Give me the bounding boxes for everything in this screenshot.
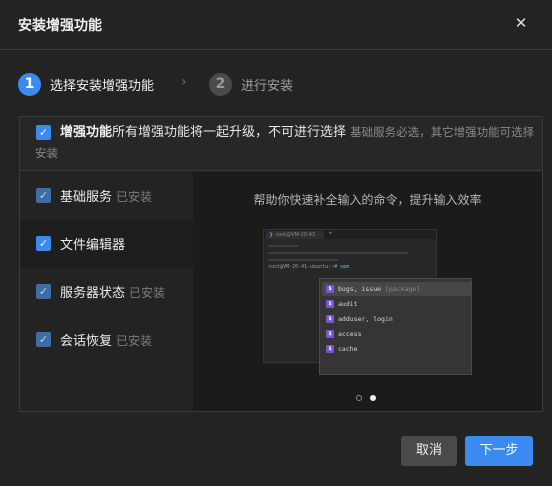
feature-item-server-status[interactable]: ✓ 服务器状态 已安装	[20, 268, 193, 316]
carousel-dot-1[interactable]	[356, 395, 362, 401]
feature-checkbox[interactable]: ✓	[36, 284, 51, 299]
terminal-output-line	[268, 245, 298, 247]
autocomplete-item: $ access	[322, 327, 471, 341]
carousel-dot-2[interactable]	[370, 395, 376, 401]
select-all-text: 增强功能所有增强功能将一起升级，不可进行选择 基础服务必选，其它增强功能可选择安…	[35, 122, 540, 164]
chevron-right-icon: ›	[181, 74, 187, 90]
cancel-button[interactable]: 取消	[401, 436, 457, 466]
installed-tag: 已安装	[116, 190, 153, 204]
feature-item-label: 基础服务 已安装	[60, 190, 153, 205]
snippet-icon: $	[326, 285, 334, 293]
feature-list: ✓ 基础服务 已安装 ✓ 文件编辑器 ✓ 服务器状态 已安装 ✓ 会话恢复 已安装	[20, 172, 193, 411]
autocomplete-item: $ bugs, issue [package]	[322, 282, 471, 296]
feature-item-label: 服务器状态 已安装	[60, 286, 166, 301]
step-2-label: 进行安装	[241, 78, 294, 94]
step-1-label: 选择安装增强功能	[50, 78, 155, 94]
snippet-icon: $	[326, 330, 334, 338]
step-2-number: 2	[209, 72, 232, 96]
feature-panel: ✓ 增强功能所有增强功能将一起升级，不可进行选择 基础服务必选，其它增强功能可选…	[19, 116, 543, 412]
feature-item-label: 文件编辑器	[60, 238, 126, 253]
terminal-tab: ❯ root@VM-20-43	[266, 231, 324, 239]
check-icon: ✓	[38, 189, 49, 202]
stepper: 1 选择安装增强功能 › 2 进行安装	[18, 72, 538, 96]
carousel-indicator	[354, 395, 384, 403]
feature-item-file-editor[interactable]: ✓ 文件编辑器	[20, 220, 193, 268]
feature-checkbox[interactable]: ✓	[36, 332, 51, 347]
autocomplete-item: $ audit	[322, 297, 471, 311]
new-tab-icon: +	[328, 230, 334, 237]
snippet-icon: $	[326, 315, 334, 323]
preview-title: 帮助你快速补全输入的命令，提升输入效率	[253, 193, 482, 207]
step-1: 1 选择安装增强功能	[18, 72, 154, 96]
autocomplete-popup: $ bugs, issue [package] $ audit $ adduse…	[319, 278, 472, 375]
feature-checkbox[interactable]: ✓	[36, 188, 51, 203]
terminal-output-line	[268, 259, 338, 261]
snippet-icon: $	[326, 300, 334, 308]
feature-item-basic-service[interactable]: ✓ 基础服务 已安装	[20, 172, 193, 220]
select-all-row: ✓ 增强功能所有增强功能将一起升级，不可进行选择 基础服务必选，其它增强功能可选…	[20, 117, 542, 171]
close-icon[interactable]: ✕	[510, 12, 532, 34]
terminal-prompt: root@VM-20-41-ubuntu:~# npm	[268, 264, 350, 270]
terminal-output-line	[268, 252, 408, 254]
autocomplete-item: $ cache	[322, 342, 471, 356]
feature-item-label: 会话恢复 已安装	[60, 334, 153, 349]
snippet-icon: $	[326, 345, 334, 353]
dialog-title: 安装增强功能	[18, 18, 102, 34]
feature-checkbox[interactable]: ✓	[36, 236, 51, 251]
feature-item-session-restore[interactable]: ✓ 会话恢复 已安装	[20, 316, 193, 364]
installed-tag: 已安装	[116, 334, 153, 348]
dialog-header: 安装增强功能 ✕	[0, 0, 552, 50]
install-dialog: 安装增强功能 ✕ 1 选择安装增强功能 › 2 进行安装 ✓ 增强功能所有增强功…	[0, 0, 552, 486]
terminal-tabbar: ❯ root@VM-20-43 +	[264, 230, 436, 239]
select-all-label: 增强功能	[60, 125, 113, 140]
step-2: 2 进行安装	[209, 72, 293, 96]
autocomplete-item: $ adduser, login	[322, 312, 471, 326]
check-icon: ✓	[38, 333, 49, 346]
select-all-description: 所有增强功能将一起升级，不可进行选择	[112, 125, 347, 140]
terminal-icon: ❯	[269, 232, 274, 238]
installed-tag: 已安装	[129, 286, 166, 300]
check-icon: ✓	[38, 285, 49, 298]
step-1-number: 1	[18, 72, 41, 96]
check-icon: ✓	[38, 237, 49, 250]
feature-preview: 帮助你快速补全输入的命令，提升输入效率 ❯ root@VM-20-43 + roo…	[193, 172, 542, 411]
next-button[interactable]: 下一步	[465, 436, 533, 466]
